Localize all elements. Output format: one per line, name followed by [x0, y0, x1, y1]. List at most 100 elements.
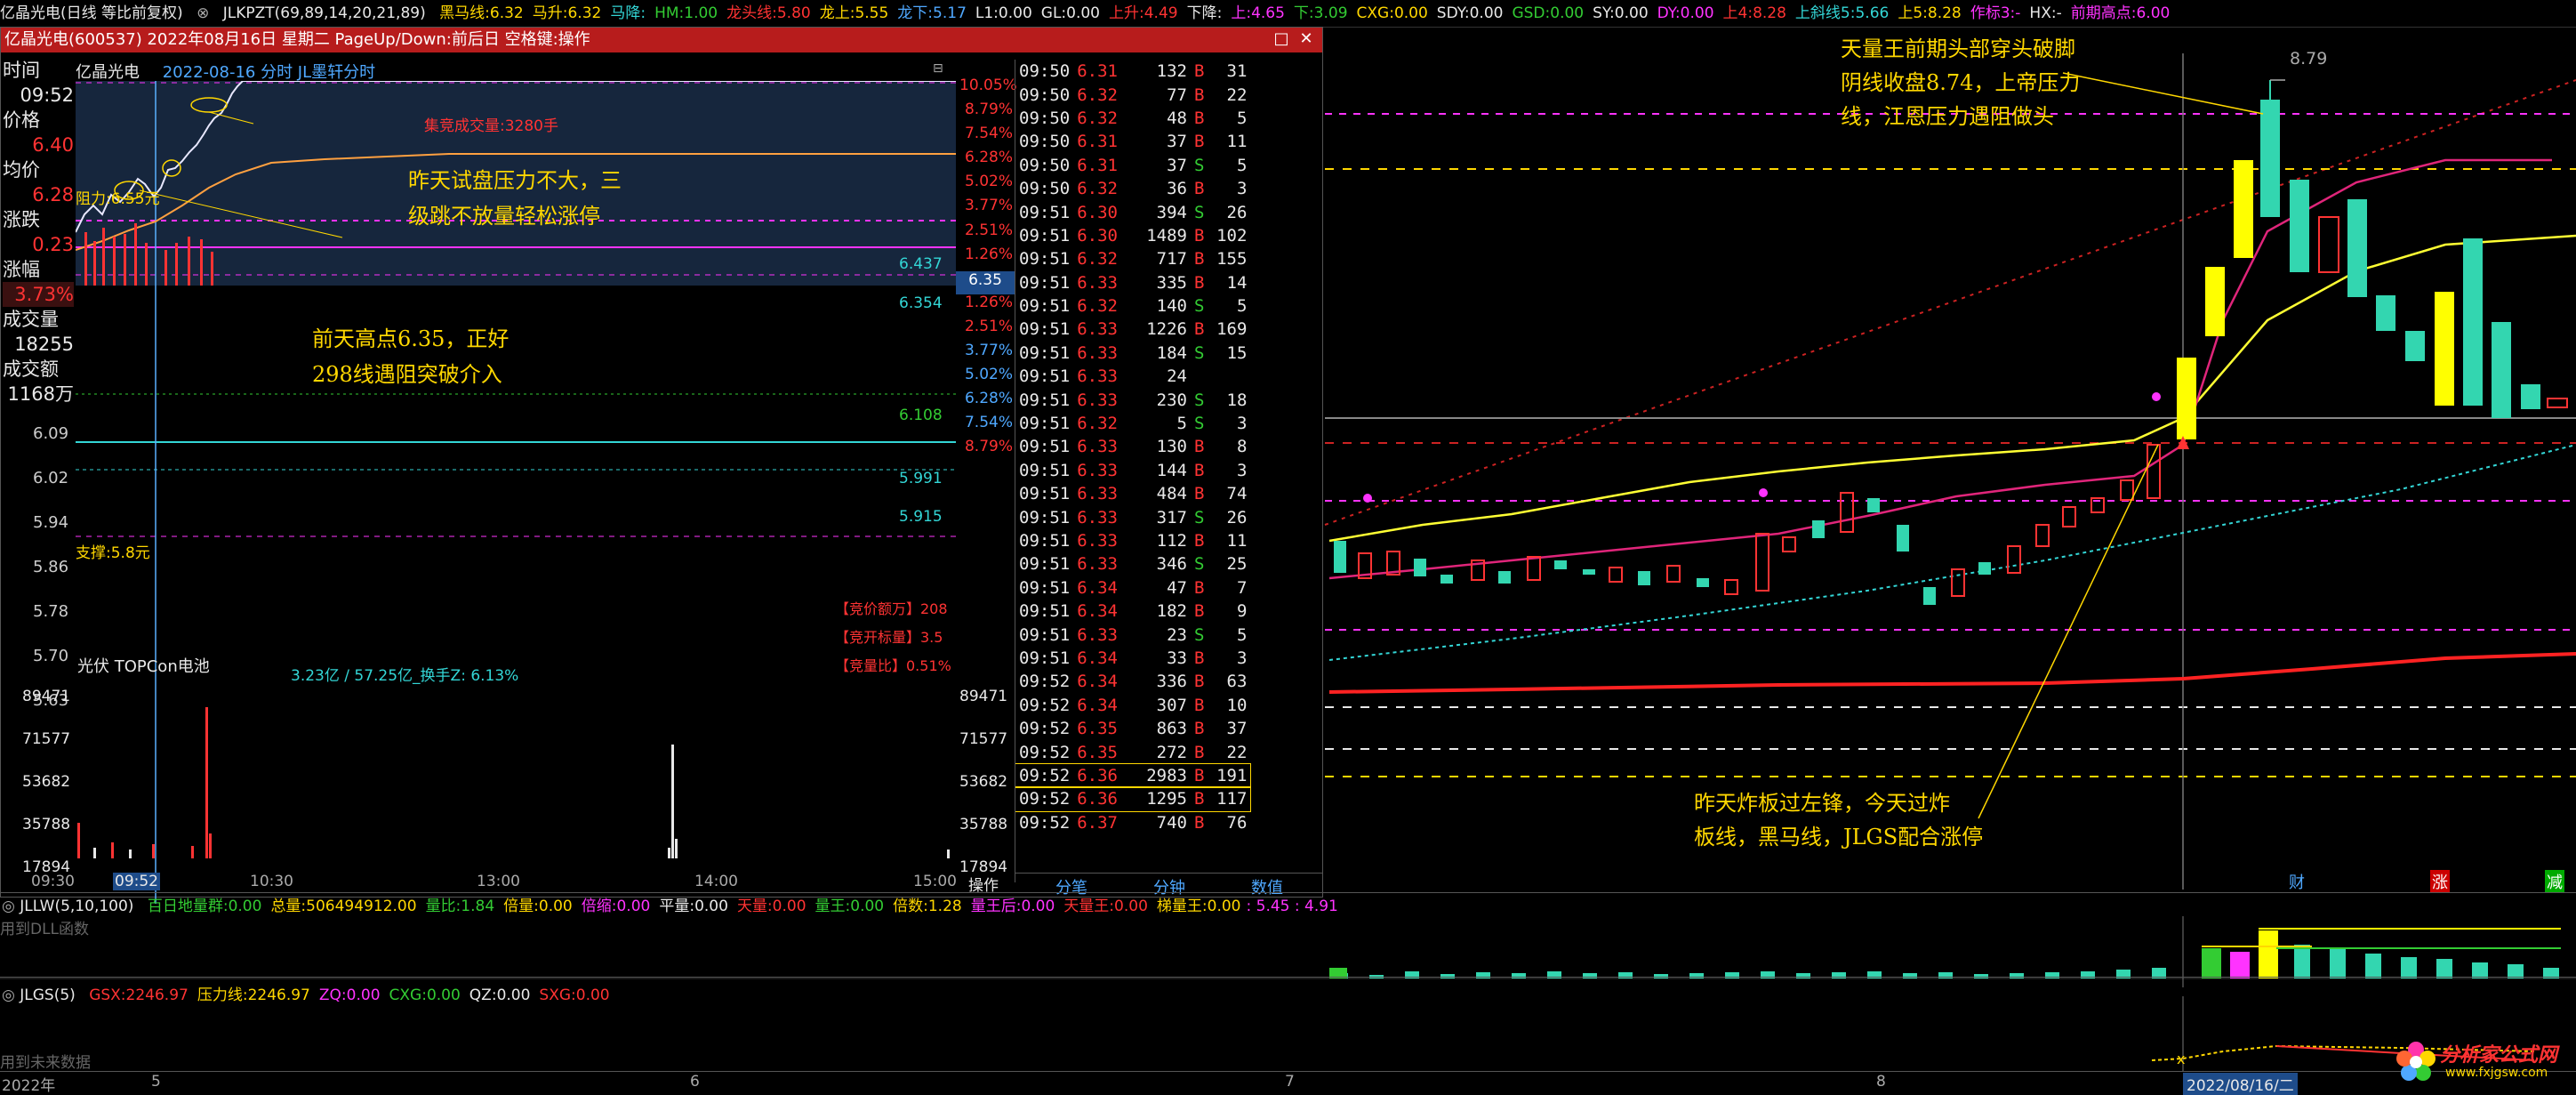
table-cell: 155 — [1216, 249, 1248, 270]
marker-zhang[interactable]: 涨 — [2430, 870, 2450, 893]
window-title: 亿晶光电(600537) 2022年08月16日 星期二 PageUp/Down… — [1, 28, 1322, 52]
table-cell: 09:51 — [1019, 624, 1071, 645]
table-row[interactable]: 09:52 6.36 2983 B 191 — [1015, 762, 1252, 789]
flower-logo-icon — [2396, 1042, 2436, 1081]
table-row[interactable]: 09:51 6.34 33 B 3 — [1015, 647, 1250, 670]
table-cell: 3 — [1236, 460, 1248, 480]
table-row[interactable]: 09:51 6.30 394 S 26 — [1015, 200, 1250, 223]
indicator-item: HX:- — [2029, 4, 2062, 22]
jllw-toggle-icon[interactable]: ◎ — [2, 898, 15, 915]
table-cell: 6.31 — [1077, 155, 1118, 175]
table-row[interactable]: 09:51 6.33 484 B 74 — [1015, 482, 1250, 505]
table-row[interactable]: 09:51 6.34 47 B 7 — [1015, 576, 1250, 600]
table-row[interactable]: 09:51 6.33 24 — [1015, 365, 1250, 388]
axis-aug: 8 — [1876, 1073, 1886, 1091]
table-cell: 37 — [1226, 719, 1248, 739]
table-row[interactable]: 09:51 6.32 5 S 3 — [1015, 412, 1250, 435]
table-cell: 7 — [1236, 577, 1248, 598]
resistance-label: 阻力:6.55元 — [76, 190, 160, 208]
table-cell: S — [1193, 155, 1205, 175]
table-cell: 6.31 — [1077, 132, 1118, 152]
table-row[interactable]: 09:51 6.33 346 S 25 — [1015, 552, 1250, 576]
table-row[interactable]: 09:51 6.32 140 S 5 — [1015, 294, 1250, 318]
axis-year: 2022年 — [2, 1077, 56, 1095]
table-cell: 1295 — [1146, 789, 1187, 809]
table-cell: 6.32 — [1077, 249, 1118, 270]
table-cell: B — [1193, 672, 1205, 692]
table-row[interactable]: 09:50 6.31 37 S 5 — [1015, 154, 1250, 177]
table-row[interactable]: 09:51 6.33 317 S 26 — [1015, 505, 1250, 528]
table-row[interactable]: 09:52 6.37 740 B 76 — [1015, 811, 1250, 834]
table-cell: 09:51 — [1019, 414, 1071, 434]
indicator-item: 前期高点:6.00 — [2070, 4, 2171, 22]
table-row[interactable]: 09:51 6.33 184 S 15 — [1015, 342, 1250, 365]
table-row[interactable]: 09:52 6.35 272 B 22 — [1015, 740, 1250, 763]
indicator-item: 上4:8.28 — [1722, 4, 1786, 22]
table-cell: 6.32 — [1077, 85, 1118, 105]
table-cell: 132 — [1156, 61, 1187, 82]
indicator-item: 倍缩:0.00 — [581, 898, 651, 915]
table-row[interactable]: 09:51 6.32 717 B 155 — [1015, 247, 1250, 270]
table-row[interactable]: 09:50 6.32 36 B 3 — [1015, 177, 1250, 200]
table-cell: 09:52 — [1019, 742, 1071, 762]
table-cell: 6.35 — [1077, 742, 1118, 762]
trades-panel[interactable]: 09:50 6.31 132 B 31 09:50 6.32 77 B 22 09:50 6.32 48… — [1015, 60, 1323, 882]
close-icon[interactable]: ✕ — [1297, 30, 1315, 48]
avg-label: 均价 — [3, 159, 40, 181]
indicator-item: 上:4.65 — [1231, 4, 1285, 22]
table-row[interactable]: 09:51 6.33 144 B 3 — [1015, 459, 1250, 482]
table-cell — [1191, 365, 1208, 388]
table-row[interactable]: 09:51 6.33 23 S 5 — [1015, 623, 1250, 646]
intraday-window[interactable]: 亿晶光电(600537) 2022年08月16日 星期二 PageUp/Down… — [0, 27, 1323, 904]
table-row[interactable]: 09:51 6.33 230 S 18 — [1015, 388, 1250, 411]
table-cell: B — [1193, 577, 1205, 598]
table-cell: B — [1193, 249, 1205, 270]
table-cell: 09:51 — [1019, 648, 1071, 668]
auction-volume-label: 集竞成交量:3280手 — [424, 117, 558, 135]
marker-jian[interactable]: 减 — [2545, 870, 2564, 893]
axis-jul: 7 — [1285, 1073, 1295, 1091]
expand-icon[interactable]: ⊟ — [933, 61, 943, 76]
close-icon[interactable]: ⊗ — [197, 4, 209, 22]
table-row[interactable]: 09:51 6.33 335 B 14 — [1015, 271, 1250, 294]
minimize-icon[interactable]: □ — [1272, 30, 1290, 48]
table-cell: 6.33 — [1077, 319, 1118, 340]
table-row[interactable]: 09:50 6.32 48 B 5 — [1015, 107, 1250, 130]
indicator-name[interactable]: JLKPZT(69,89,14,20,21,89) — [223, 4, 426, 22]
table-row[interactable]: 09:50 6.32 77 B 22 — [1015, 83, 1250, 106]
table-cell: 336 — [1156, 672, 1187, 692]
table-cell: 6.34 — [1077, 695, 1118, 715]
marker-cai[interactable]: 财 — [2289, 870, 2305, 893]
table-row[interactable]: 09:51 6.30 1489 B 102 — [1015, 224, 1250, 247]
table-cell: 6.32 — [1077, 296, 1118, 317]
table-row[interactable]: 09:51 6.34 182 B 9 — [1015, 600, 1250, 623]
turnover-label: 3.23亿 / 57.25亿_换手Z: 6.13% — [291, 667, 519, 685]
table-row[interactable]: 09:50 6.31 132 B 31 — [1015, 60, 1250, 83]
stock-title[interactable]: 亿晶光电(日线 等比前复权) — [0, 4, 183, 22]
table-cell: S — [1193, 296, 1205, 317]
table-row[interactable]: 09:51 6.33 112 B 11 — [1015, 529, 1250, 552]
table-cell: 09:50 — [1019, 132, 1071, 152]
peak-label: 8.79 — [2290, 49, 2328, 68]
table-cell: B — [1193, 812, 1205, 833]
table-cell: B — [1193, 695, 1205, 715]
annotation-prev-high: 前天高点6.35，正好 298线遇阻突破介入 — [312, 326, 510, 387]
indicator-item: 量王:0.00 — [815, 898, 885, 915]
table-cell: 3 — [1236, 179, 1248, 199]
table-row[interactable]: 09:51 6.33 130 B 8 — [1015, 435, 1250, 458]
table-row[interactable]: 09:52 6.34 336 B 63 — [1015, 670, 1250, 693]
annotation-breakout: 昨天炸板过左锋，今天过炸 板线，黑马线，JLGS配合涨停 — [1694, 791, 1984, 849]
table-cell: 6.33 — [1077, 531, 1118, 551]
table-row[interactable]: 09:51 6.33 1226 B 169 — [1015, 318, 1250, 341]
vol-value: 18255 — [14, 334, 74, 355]
indicator-item: 百日地量群:0.00 — [147, 898, 262, 915]
table-row[interactable]: 09:50 6.31 37 B 11 — [1015, 130, 1250, 153]
table-cell: 6.33 — [1077, 366, 1118, 387]
indicator-item: 作标3:- — [1970, 4, 2021, 22]
table-row[interactable]: 09:52 6.36 1295 B 117 — [1015, 786, 1252, 812]
table-row[interactable]: 09:52 6.34 307 B 10 — [1015, 694, 1250, 717]
table-cell: 317 — [1156, 507, 1187, 527]
table-cell: 77 — [1167, 85, 1187, 105]
jllw-name[interactable]: JLLW(5,10,100) — [20, 898, 133, 915]
table-row[interactable]: 09:52 6.35 863 B 37 — [1015, 717, 1250, 740]
